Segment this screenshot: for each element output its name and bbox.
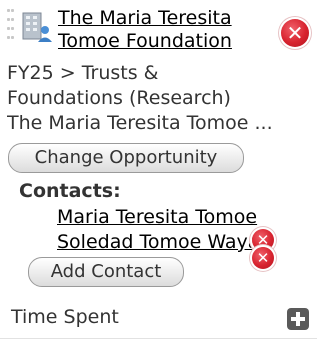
contacts-heading: Contacts: — [19, 180, 121, 202]
drag-handle-icon[interactable] — [7, 9, 15, 39]
organization-name-link[interactable]: The Maria Teresita Tomoe Foundation — [58, 7, 263, 53]
opportunity-summary: FY25 > Trusts & Foundations (Research) T… — [7, 61, 312, 136]
add-time-plus-icon[interactable] — [287, 308, 309, 330]
divider — [0, 338, 317, 339]
contact-link[interactable]: Maria Teresita Tomoe — [57, 206, 257, 229]
time-spent-label: Time Spent — [11, 306, 119, 328]
add-contact-button[interactable]: Add Contact — [28, 257, 184, 287]
opportunity-line: FY25 > Trusts & — [7, 62, 159, 84]
contact-link[interactable]: Soledad Tomoe Wayan — [57, 231, 271, 254]
interaction-card: The Maria Teresita Tomoe Foundation ✕ FY… — [0, 0, 317, 341]
remove-organization-icon[interactable]: ✕ — [281, 19, 309, 47]
opportunity-line: Foundations (Research) — [7, 87, 231, 109]
change-opportunity-button[interactable]: Change Opportunity — [8, 143, 244, 173]
opportunity-line: The Maria Teresita Tomoe ... — [7, 112, 273, 134]
remove-contact-icon[interactable]: ✕ — [252, 247, 274, 269]
organization-building-icon — [22, 12, 52, 42]
